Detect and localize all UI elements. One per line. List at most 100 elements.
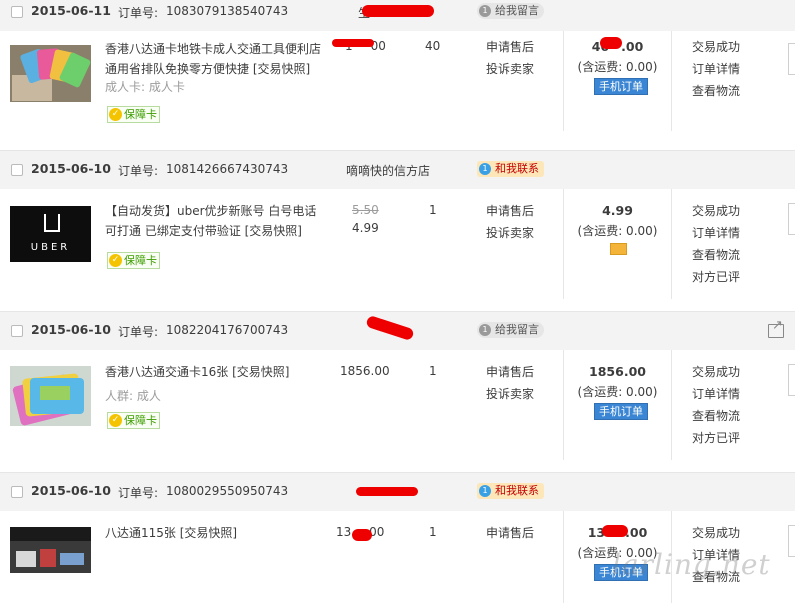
order-number: 1082204176700743 xyxy=(166,323,289,337)
request-after-sales-link[interactable]: 申请售后 xyxy=(486,36,534,58)
redaction-mark xyxy=(600,37,622,49)
complain-seller-link[interactable]: 投诉卖家 xyxy=(486,222,534,244)
product-attribute: 人群: 成人 xyxy=(105,389,161,403)
octopus-cards-stack-image xyxy=(10,366,91,426)
rated-status: 对方已评 xyxy=(692,270,741,284)
octopus-cards-desk-image xyxy=(10,527,91,573)
leave-message-button[interactable]: 1 给我留言 xyxy=(477,322,544,338)
product-title-link[interactable]: 香港八达通交通卡16张 [交易快照] xyxy=(105,362,327,382)
trade-status: 交易成功 xyxy=(692,365,741,379)
request-after-sales-link[interactable]: 申请售后 xyxy=(486,522,534,544)
contact-me-button[interactable]: 1 和我联系 xyxy=(477,483,544,499)
view-logistics-link[interactable]: 查看物流 xyxy=(692,80,740,102)
order-header: 2015-06-11 订单号: 1083079138540743 生 1 给我留… xyxy=(0,0,795,31)
view-logistics-link[interactable]: 查看物流 xyxy=(692,405,740,427)
guarantee-icon: ✓ xyxy=(109,108,122,121)
order-checkbox[interactable] xyxy=(11,6,23,18)
order-checkbox[interactable] xyxy=(11,486,23,498)
request-after-sales-link[interactable]: 申请售后 xyxy=(486,200,534,222)
service-links: 申请售后 投诉卖家 xyxy=(486,361,534,405)
order-date: 2015-06-10 xyxy=(31,483,111,498)
product-title-link[interactable]: 八达通115张 [交易快照] xyxy=(105,523,327,543)
action-button[interactable] xyxy=(788,203,795,235)
order-number: 1080029550950743 xyxy=(166,484,289,498)
guarantee-icon: ✓ xyxy=(109,414,122,427)
order-body: 香港八达通卡地铁卡成人交通工具便利店通用省排队免换零方便快捷 [交易快照] 成人… xyxy=(0,31,795,131)
order-total: 1856.00 xyxy=(589,364,646,379)
chat-icon: 1 xyxy=(479,5,491,17)
trade-status: 交易成功 xyxy=(692,40,741,54)
redaction-mark xyxy=(362,5,434,17)
order-operations: 交易成功 订单详情 查看物流 对方已评 xyxy=(692,200,740,288)
request-after-sales-link[interactable]: 申请售后 xyxy=(486,361,534,383)
order-number: 1083079138540743 xyxy=(166,4,289,18)
complain-seller-link[interactable]: 投诉卖家 xyxy=(486,383,534,405)
order-header: 2015-06-10 订单号: 1082204176700743 1 给我留言 xyxy=(0,311,795,350)
action-button[interactable] xyxy=(788,364,795,396)
order-number: 1081426667430743 xyxy=(166,162,289,176)
order-no-label: 订单号: xyxy=(118,486,159,500)
service-links: 申请售后 投诉卖家 xyxy=(486,36,534,80)
order-no-label: 订单号: xyxy=(118,164,159,178)
quantity: 1 xyxy=(429,525,437,539)
redaction-mark xyxy=(352,529,372,541)
column-divider xyxy=(671,31,672,131)
rated-status: 对方已评 xyxy=(692,431,741,445)
trade-status: 交易成功 xyxy=(692,204,741,218)
unit-price: 4.99 xyxy=(352,221,379,235)
guarantee-card-badge[interactable]: ✓ 保障卡 xyxy=(107,106,160,123)
order-no-label: 订单号: xyxy=(118,6,159,20)
order-operations: 交易成功 订单详情 查看物流 对方已评 xyxy=(692,361,740,449)
order-details-link[interactable]: 订单详情 xyxy=(692,222,740,244)
credit-card-icon xyxy=(610,243,627,255)
product-title-link[interactable]: 【自动发货】uber优步新账号 白号电话可打通 已绑定支付带验证 [交易快照] xyxy=(105,201,327,241)
guarantee-card-badge[interactable]: ✓ 保障卡 xyxy=(107,412,160,429)
column-divider xyxy=(671,189,672,299)
product-title-link[interactable]: 香港八达通卡地铁卡成人交通工具便利店通用省排队免换零方便快捷 [交易快照] xyxy=(105,39,327,79)
uber-logo-icon xyxy=(44,214,60,232)
redaction-mark xyxy=(365,314,415,342)
original-price: 5.50 xyxy=(352,203,379,217)
product-thumbnail[interactable] xyxy=(10,527,91,573)
redaction-mark xyxy=(356,487,418,496)
action-button[interactable] xyxy=(788,43,795,75)
contact-me-button[interactable]: 1 和我联系 xyxy=(477,161,544,177)
watermark: larling.net xyxy=(612,548,771,581)
order-total: 4.99 xyxy=(602,203,633,218)
order-details-link[interactable]: 订单详情 xyxy=(692,58,740,80)
shipping-fee: (含运费: 0.00) xyxy=(577,60,658,74)
order-checkbox[interactable] xyxy=(11,164,23,176)
order-date: 2015-06-11 xyxy=(31,3,111,18)
quantity: 40 xyxy=(425,39,441,53)
service-links: 申请售后 xyxy=(486,522,534,544)
chat-icon: 1 xyxy=(479,163,491,175)
product-thumbnail[interactable]: UBER xyxy=(10,206,91,262)
order-body: 香港八达通交通卡16张 [交易快照] 人群: 成人 ✓ 保障卡 1856.00 … xyxy=(0,350,795,460)
order-body: UBER 【自动发货】uber优步新账号 白号电话可打通 已绑定支付带验证 [交… xyxy=(0,189,795,299)
product-attribute: 成人卡: 成人卡 xyxy=(105,80,185,94)
redaction-mark xyxy=(332,39,374,47)
complain-seller-link[interactable]: 投诉卖家 xyxy=(486,58,534,80)
order-date: 2015-06-10 xyxy=(31,322,111,337)
service-links: 申请售后 投诉卖家 xyxy=(486,200,534,244)
product-thumbnail[interactable] xyxy=(10,366,91,426)
unit-price: 1856.00 xyxy=(340,364,390,378)
column-divider xyxy=(671,350,672,460)
shipping-fee: (含运费: 0.00) xyxy=(577,385,658,399)
order-header: 2015-06-10 订单号: 1081426667430743 嘀嘀快的信方店… xyxy=(0,150,795,189)
action-button[interactable] xyxy=(788,525,795,557)
order-operations: 交易成功 订单详情 查看物流 xyxy=(692,36,740,102)
view-logistics-link[interactable]: 查看物流 xyxy=(692,244,740,266)
mobile-order-badge: 手机订单 xyxy=(594,403,648,420)
leave-message-button[interactable]: 1 给我留言 xyxy=(477,3,544,19)
share-icon[interactable] xyxy=(768,318,784,338)
chat-icon: 1 xyxy=(479,485,491,497)
order-details-link[interactable]: 订单详情 xyxy=(692,383,740,405)
shop-link[interactable]: 嘀嘀快的信方店 xyxy=(346,162,430,179)
quantity: 1 xyxy=(429,364,437,378)
redaction-mark xyxy=(602,525,628,537)
guarantee-card-badge[interactable]: ✓ 保障卡 xyxy=(107,252,160,269)
order-checkbox[interactable] xyxy=(11,325,23,337)
product-thumbnail[interactable] xyxy=(10,45,91,102)
guarantee-icon: ✓ xyxy=(109,254,122,267)
